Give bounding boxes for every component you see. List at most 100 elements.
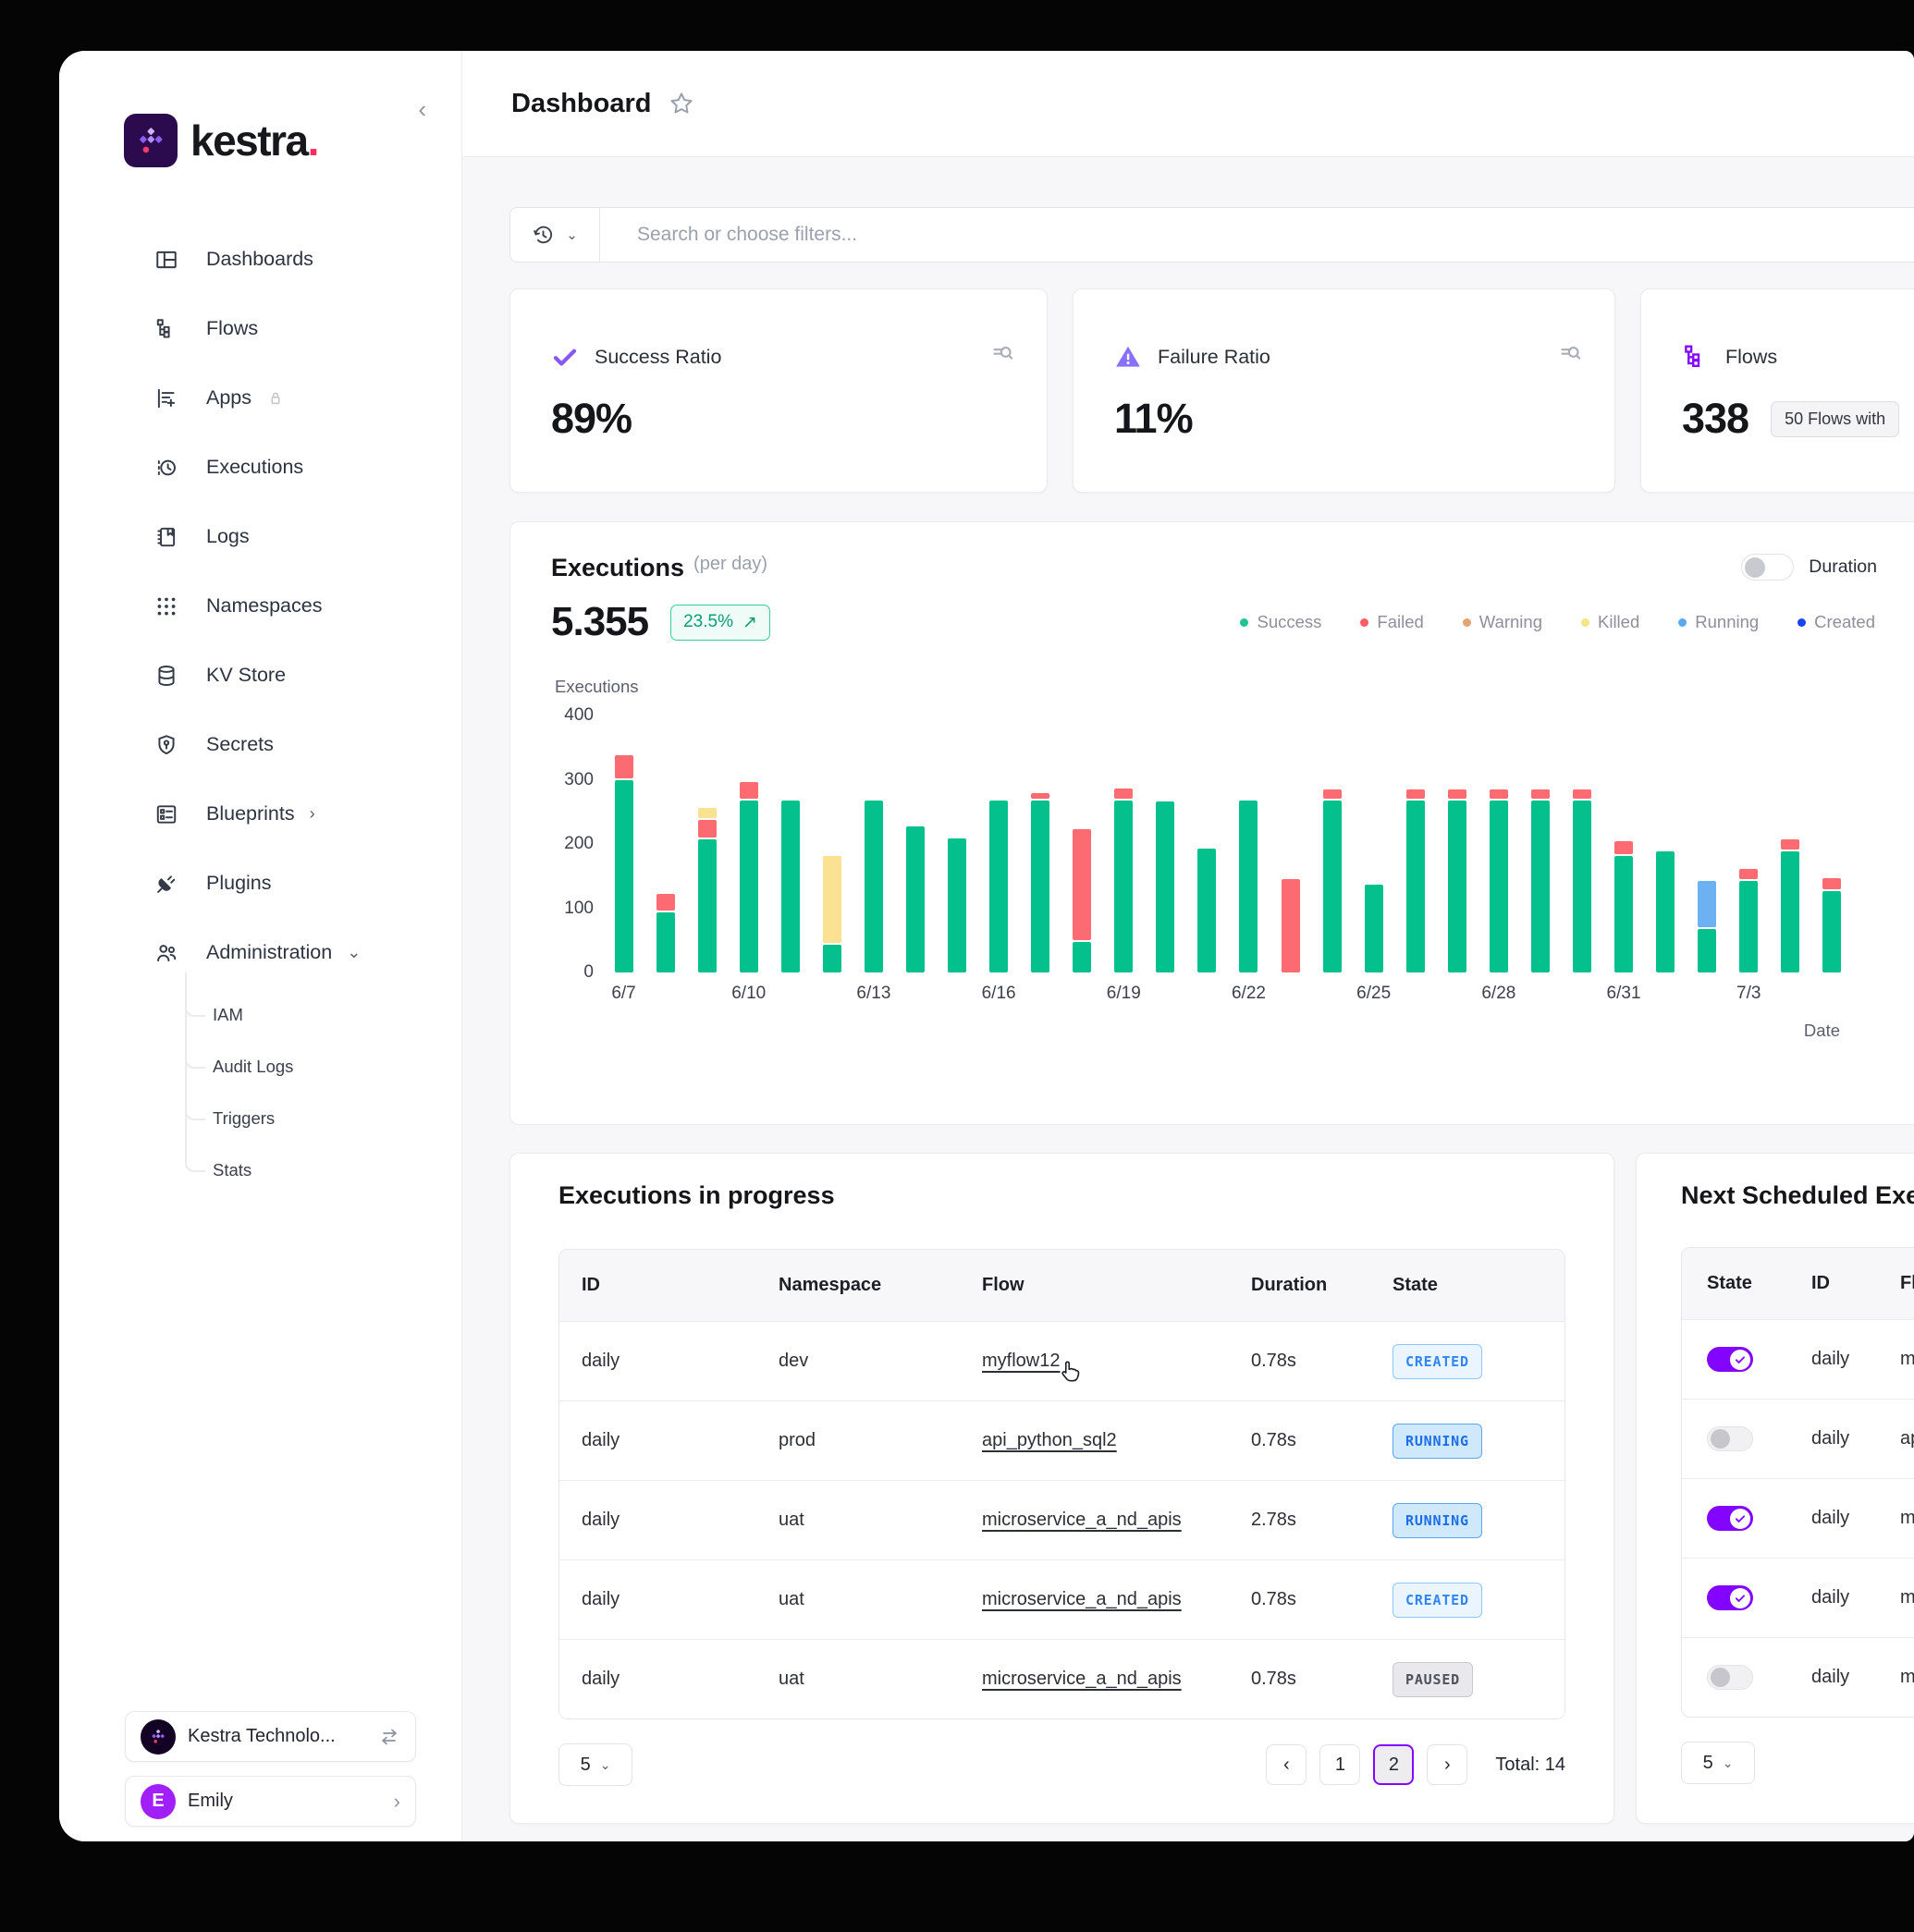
page-button-1[interactable]: 1 — [1319, 1744, 1360, 1785]
legend-item-created[interactable]: Created — [1797, 612, 1875, 632]
x-tick-label — [1561, 984, 1602, 1004]
schedule-toggle[interactable] — [1707, 1665, 1753, 1690]
bar-6/10[interactable] — [728, 715, 769, 972]
bar-7/2[interactable] — [1687, 715, 1728, 972]
flow-link[interactable]: api_python_sql2 — [982, 1430, 1117, 1451]
sidebar-subitem-stats[interactable]: Stats — [185, 1144, 461, 1196]
x-tick-label — [1687, 984, 1728, 1004]
y-tick-label: 400 — [564, 705, 594, 726]
flow-link[interactable]: microservice_a_nd_apis — [982, 1669, 1182, 1690]
page-button-2[interactable]: 2 — [1373, 1744, 1414, 1785]
bar-6/30[interactable] — [1561, 715, 1602, 972]
legend-dot — [1678, 618, 1687, 627]
bar-6/8[interactable] — [644, 715, 686, 972]
filter-search-icon[interactable] — [1558, 341, 1583, 371]
duration-toggle[interactable] — [1741, 554, 1794, 581]
sidebar-collapse-icon[interactable]: ‹ — [418, 95, 426, 124]
sidebar-item-namespaces[interactable]: Namespaces — [59, 571, 461, 641]
sidebar-item-executions[interactable]: Executions — [59, 433, 461, 502]
user-avatar: E — [141, 1784, 176, 1819]
sidebar-subitem-audit-logs[interactable]: Audit Logs — [185, 1041, 461, 1093]
bar-7/1[interactable] — [1645, 715, 1687, 972]
sidebar-item-blueprints[interactable]: Blueprints› — [59, 779, 461, 849]
user-menu[interactable]: E Emily › — [125, 1776, 416, 1827]
bar-6/11[interactable] — [769, 715, 811, 972]
bar-7/4[interactable] — [1770, 715, 1811, 972]
bar-6/24[interactable] — [1311, 715, 1353, 972]
page-size-select[interactable]: 5⌄ — [1681, 1742, 1755, 1784]
column-header-state: State — [1682, 1273, 1786, 1294]
filter-history-dropdown[interactable]: ⌄ — [510, 208, 600, 262]
filter-search-icon[interactable] — [990, 341, 1015, 371]
schedule-toggle[interactable] — [1707, 1426, 1753, 1451]
sidebar-subitem-iam[interactable]: IAM — [185, 989, 461, 1041]
sidebar-item-secrets[interactable]: Secrets — [59, 710, 461, 779]
search-input[interactable]: Search or choose filters... — [600, 224, 1914, 246]
favorite-star-icon[interactable] — [668, 90, 695, 117]
cell-flow: myflow12 — [1900, 1349, 1914, 1369]
schedule-toggle[interactable] — [1707, 1506, 1753, 1531]
bar-6/16[interactable] — [978, 715, 1020, 972]
page-size-select[interactable]: 5⌄ — [558, 1743, 632, 1786]
switch-org-icon[interactable] — [378, 1726, 400, 1748]
logo[interactable]: kestra. — [59, 51, 461, 167]
sidebar-item-label: Secrets — [206, 733, 274, 756]
sidebar-item-apps[interactable]: Apps — [59, 363, 461, 433]
legend-item-running[interactable]: Running — [1678, 612, 1759, 632]
x-tick-label — [769, 984, 811, 1004]
bar-7/3[interactable] — [1728, 715, 1770, 972]
y-tick-label: 100 — [564, 899, 594, 919]
bar-6/26[interactable] — [1394, 715, 1436, 972]
prev-page-button[interactable]: ‹ — [1266, 1744, 1307, 1785]
bar-6/7[interactable] — [603, 715, 644, 972]
bar-6/20[interactable] — [1145, 715, 1186, 972]
bar-6/23[interactable] — [1270, 715, 1311, 972]
flow-link[interactable]: microservice_a_nd_apis — [982, 1510, 1182, 1531]
bar-6/28[interactable] — [1478, 715, 1519, 972]
bar-6/14[interactable] — [894, 715, 936, 972]
bar-6/22[interactable] — [1228, 715, 1270, 972]
sidebar-item-plugins[interactable]: Plugins — [59, 849, 461, 918]
legend-item-warning[interactable]: Warning — [1463, 612, 1542, 632]
next-page-button[interactable]: › — [1427, 1744, 1467, 1785]
schedule-toggle[interactable] — [1707, 1347, 1753, 1372]
bar-6/29[interactable] — [1519, 715, 1561, 972]
legend-item-killed[interactable]: Killed — [1581, 612, 1639, 632]
bar-6/25[interactable] — [1353, 715, 1394, 972]
sidebar-item-administration[interactable]: Administration⌄ — [59, 918, 461, 987]
sidebar-item-flows[interactable]: Flows — [59, 294, 461, 363]
bar-6/19[interactable] — [1103, 715, 1145, 972]
bar-6/9[interactable] — [686, 715, 728, 972]
trend-badge: 23.5% ↗ — [670, 605, 770, 641]
legend-dot — [1240, 618, 1248, 627]
bar-6/21[interactable] — [1186, 715, 1228, 972]
x-tick-label — [1519, 984, 1561, 1004]
bar-6/31[interactable] — [1603, 715, 1645, 972]
x-tick-label — [1436, 984, 1478, 1004]
bar-segment-success — [615, 780, 633, 973]
bar-6/13[interactable] — [853, 715, 894, 972]
flow-link[interactable]: microservice_a_nd_apis — [982, 1589, 1182, 1610]
bar-6/15[interactable] — [937, 715, 978, 972]
flow-link[interactable]: myflow12 — [982, 1351, 1060, 1372]
lock-icon — [266, 389, 285, 408]
history-icon — [532, 224, 555, 247]
bar-segment-success — [1739, 881, 1758, 972]
bar-7/5[interactable] — [1811, 715, 1853, 972]
sidebar-item-logs[interactable]: Logs — [59, 502, 461, 571]
bar-6/18[interactable] — [1061, 715, 1103, 972]
cell-id: daily — [1811, 1587, 1849, 1608]
column-header-flow: Flow — [960, 1275, 1229, 1296]
flows-icon — [1682, 343, 1710, 371]
bar-6/12[interactable] — [811, 715, 853, 972]
org-switcher[interactable]: Kestra Technolo... — [125, 1711, 416, 1762]
bar-6/27[interactable] — [1436, 715, 1478, 972]
sidebar-subitem-triggers[interactable]: Triggers — [185, 1093, 461, 1144]
page-title: Dashboard — [511, 89, 651, 119]
sidebar-item-kv-store[interactable]: KV Store — [59, 641, 461, 710]
legend-item-failed[interactable]: Failed — [1360, 612, 1423, 632]
sidebar-item-dashboards[interactable]: Dashboards — [59, 225, 461, 294]
bar-6/17[interactable] — [1020, 715, 1061, 972]
schedule-toggle[interactable] — [1707, 1585, 1753, 1610]
legend-item-success[interactable]: Success — [1240, 612, 1321, 632]
